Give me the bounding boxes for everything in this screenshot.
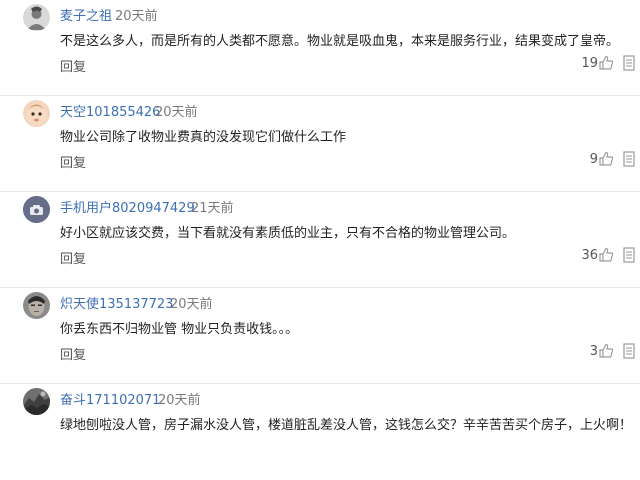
comment-text: 不是这么多人，而是所有的人类都不愿意。物业就是吸血鬼，本来是服务行业，结果变成了…: [60, 34, 620, 49]
comment-time: 20天前: [170, 297, 213, 312]
thumbs-up-icon[interactable]: [598, 247, 614, 263]
user-avatar[interactable]: [23, 388, 50, 415]
thumbs-up-icon[interactable]: [598, 151, 614, 167]
user-avatar[interactable]: [23, 292, 50, 319]
reply-button[interactable]: 回复: [60, 56, 86, 75]
username-link[interactable]: 炽天使135137723: [60, 293, 173, 312]
face-photo-avatar-icon: [23, 292, 50, 319]
like-count: 9: [589, 152, 598, 167]
comment-item: 炽天使135137723 20天前 你丢东西不归物业管 物业只负责收钱。。。 回…: [0, 288, 640, 384]
rock-photo-avatar-icon: [23, 388, 50, 415]
user-gray-avatar-icon: [23, 4, 50, 31]
comment-text: 好小区就应该交费，当下看就没有素质低的业主，只有不合格的物业管理公司。: [60, 226, 516, 241]
more-options-icon[interactable]: [622, 247, 636, 263]
comment-time: 20天前: [158, 393, 201, 408]
comment-item: 奋斗171102071 20天前 绿地刨啦没人管，房子漏水没人管，楼道脏乱差没人…: [0, 384, 640, 480]
username-link[interactable]: 麦子之祖: [60, 5, 112, 24]
comment-item: 麦子之祖 20天前 不是这么多人，而是所有的人类都不愿意。物业就是吸血鬼，本来是…: [0, 0, 640, 96]
default-avatar-icon: [23, 196, 50, 223]
more-options-icon[interactable]: [622, 55, 636, 71]
comment-item: 手机用户8020947429 21天前 好小区就应该交费，当下看就没有素质低的业…: [0, 192, 640, 288]
reply-button[interactable]: 回复: [60, 248, 86, 267]
comment-time: 20天前: [155, 105, 198, 120]
like-count: 36: [581, 248, 598, 263]
like-count: 3: [589, 344, 598, 359]
reply-button[interactable]: 回复: [60, 152, 86, 171]
user-avatar[interactable]: [23, 196, 50, 223]
username-link[interactable]: 手机用户8020947429: [60, 197, 195, 216]
more-options-icon[interactable]: [622, 343, 636, 359]
baby-face-avatar-icon: [23, 100, 50, 127]
reply-button[interactable]: 回复: [60, 344, 86, 363]
comment-item: 天空101855426 20天前 物业公司除了收物业费真的没发现它们做什么工作 …: [0, 96, 640, 192]
like-count: 19: [581, 56, 598, 71]
comment-text: 你丢东西不归物业管 物业只负责收钱。。。: [60, 322, 299, 337]
comment-text: 物业公司除了收物业费真的没发现它们做什么工作: [60, 130, 347, 145]
username-link[interactable]: 天空101855426: [60, 101, 160, 120]
username-link[interactable]: 奋斗171102071: [60, 389, 160, 408]
user-avatar[interactable]: [23, 4, 50, 31]
comment-text: 绿地刨啦没人管，房子漏水没人管，楼道脏乱差没人管，这钱怎么交？辛辛苦苦买个房子，…: [60, 418, 633, 433]
thumbs-up-icon[interactable]: [598, 55, 614, 71]
comment-time: 21天前: [191, 201, 234, 216]
more-options-icon[interactable]: [622, 151, 636, 167]
comment-time: 20天前: [115, 9, 158, 24]
user-avatar[interactable]: [23, 100, 50, 127]
thumbs-up-icon[interactable]: [598, 343, 614, 359]
